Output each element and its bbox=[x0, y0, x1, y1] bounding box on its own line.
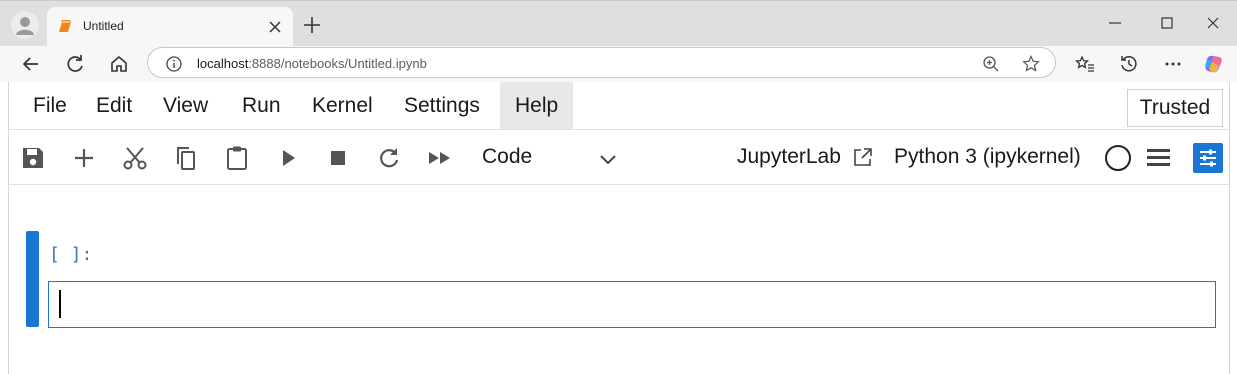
browser-tab[interactable]: Untitled bbox=[47, 7, 293, 47]
run-all-icon[interactable] bbox=[426, 144, 454, 172]
browser-tab-strip: Untitled bbox=[0, 0, 1237, 47]
external-link-icon[interactable] bbox=[852, 146, 874, 173]
history-icon[interactable] bbox=[1115, 50, 1143, 78]
favorite-star-icon[interactable] bbox=[1021, 54, 1041, 74]
cut-icon[interactable] bbox=[121, 144, 149, 172]
back-icon[interactable] bbox=[17, 50, 45, 78]
code-cell-input[interactable] bbox=[48, 281, 1216, 328]
notebook-page: File Edit View Run Kernel Settings Help … bbox=[8, 82, 1230, 374]
home-icon[interactable] bbox=[105, 50, 133, 78]
menu-run[interactable]: Run bbox=[227, 82, 296, 129]
cell-type-dropdown[interactable]: Code bbox=[482, 143, 626, 173]
close-tab-icon[interactable] bbox=[265, 17, 285, 37]
menu-help[interactable]: Help bbox=[500, 82, 574, 129]
menu-view[interactable]: View bbox=[148, 82, 223, 129]
browser-navigation-bar: localhost:8888/notebooks/Untitled.ipynb bbox=[0, 46, 1237, 82]
jupyter-notebook-icon bbox=[58, 18, 74, 39]
property-inspector-icon[interactable] bbox=[1193, 143, 1223, 173]
zoom-icon[interactable] bbox=[981, 54, 1001, 74]
address-bar[interactable]: localhost:8888/notebooks/Untitled.ipynb bbox=[147, 47, 1056, 78]
copy-icon[interactable] bbox=[172, 144, 200, 172]
maximize-icon[interactable] bbox=[1153, 11, 1181, 35]
close-window-icon[interactable] bbox=[1199, 11, 1227, 35]
more-options-icon[interactable] bbox=[1159, 50, 1187, 78]
kernel-status-idle-icon bbox=[1105, 145, 1131, 171]
notebook-toolbar: Code JupyterLab Python 3 (ipykernel) bbox=[9, 130, 1229, 185]
tab-title: Untitled bbox=[83, 19, 124, 33]
restart-icon[interactable] bbox=[375, 144, 403, 172]
chevron-down-icon bbox=[596, 147, 620, 176]
menu-bar: File Edit View Run Kernel Settings Help … bbox=[9, 82, 1229, 130]
paste-icon[interactable] bbox=[223, 144, 251, 172]
add-cell-icon[interactable] bbox=[70, 144, 98, 172]
cell-prompt: [ ]: bbox=[49, 244, 93, 265]
site-info-icon[interactable] bbox=[164, 54, 184, 74]
menu-file[interactable]: File bbox=[18, 82, 82, 129]
text-cursor bbox=[59, 290, 61, 318]
profile-avatar-icon[interactable] bbox=[11, 11, 39, 39]
kernel-name[interactable]: Python 3 (ipykernel) bbox=[894, 145, 1081, 169]
url-text: localhost:8888/notebooks/Untitled.ipynb bbox=[197, 56, 427, 71]
menu-edit[interactable]: Edit bbox=[81, 82, 147, 129]
menu-lines-icon[interactable] bbox=[1146, 146, 1172, 175]
save-icon[interactable] bbox=[19, 144, 47, 172]
run-icon[interactable] bbox=[274, 144, 302, 172]
menu-settings[interactable]: Settings bbox=[389, 82, 495, 129]
favorites-icon[interactable] bbox=[1071, 50, 1099, 78]
copilot-icon[interactable] bbox=[1200, 50, 1228, 78]
open-in-jupyterlab-link[interactable]: JupyterLab bbox=[737, 145, 841, 169]
menu-kernel[interactable]: Kernel bbox=[297, 82, 388, 129]
stop-icon[interactable] bbox=[324, 144, 352, 172]
trusted-indicator[interactable]: Trusted bbox=[1127, 89, 1223, 127]
cell-type-label: Code bbox=[482, 145, 533, 168]
new-tab-icon[interactable] bbox=[300, 13, 324, 37]
reload-icon[interactable] bbox=[61, 50, 89, 78]
minimize-icon[interactable] bbox=[1101, 11, 1129, 35]
cell-collapser[interactable] bbox=[26, 231, 39, 327]
